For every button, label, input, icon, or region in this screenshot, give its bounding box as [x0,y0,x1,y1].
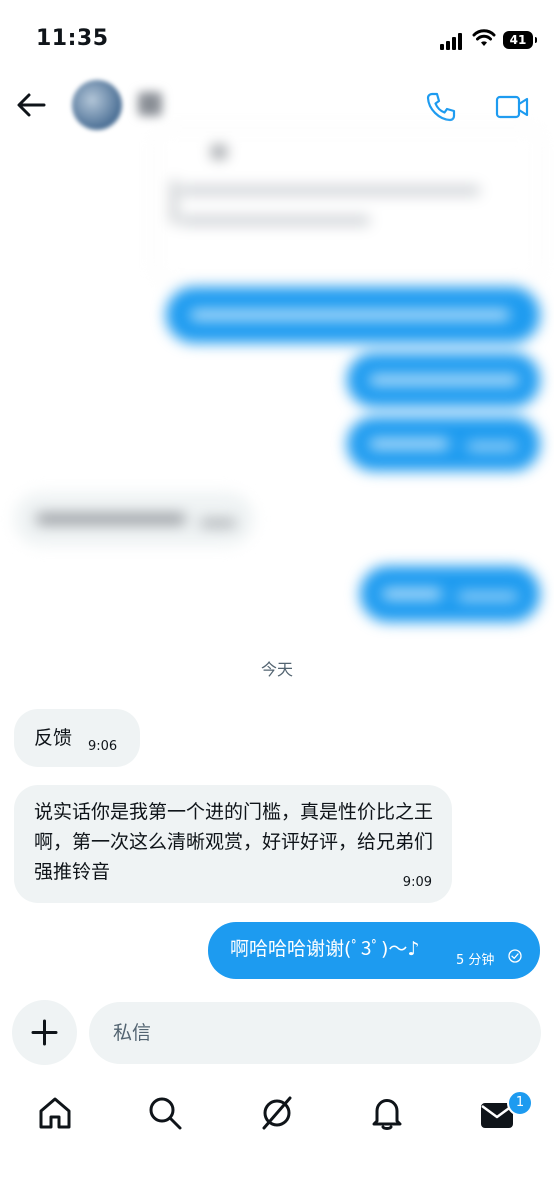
plus-icon [31,1019,58,1046]
message-text: 啊哈哈哈谢谢(ﾟ3ﾟ)～♪ [230,938,420,960]
incoming-message[interactable]: 反馈 9:06 [14,709,140,767]
notifications-bell-icon[interactable] [368,1094,406,1132]
message-time: 9:09 [402,875,432,890]
avatar[interactable] [72,80,122,130]
incoming-message[interactable]: 说实话你是我第一个进的门槛，真是性价比之王啊，第一次这么清晰观赏，好评好评，给兄… [14,785,452,903]
shared-post-card [156,130,540,280]
message-text: 反馈 [34,727,73,749]
message-time: 5 分钟 [456,953,495,968]
status-time: 11:35 [36,26,109,51]
message-time: 9:06 [88,739,118,754]
arrow-left-icon[interactable] [14,88,48,122]
cellular-signal-icon [440,32,466,50]
conversation-name-blurred[interactable] [138,92,162,116]
search-icon[interactable] [146,1094,184,1132]
add-attachment-button[interactable] [12,1000,77,1065]
date-separator: 今天 [260,660,293,679]
outgoing-message[interactable]: 啊哈哈哈谢谢(ﾟ3ﾟ)～♪ 5 分钟 [208,922,540,979]
video-camera-icon[interactable] [494,90,530,124]
messages-unread-badge: 1 [507,1090,533,1116]
message-input[interactable] [89,1002,541,1064]
grok-icon[interactable] [258,1094,296,1132]
message-text: 说实话你是我第一个进的门槛，真是性价比之王啊，第一次这么清晰观赏，好评好评，给兄… [34,801,434,883]
home-icon[interactable] [36,1094,74,1132]
wifi-icon [472,29,496,46]
sent-check-icon [508,949,522,963]
battery-indicator: 41 [503,31,537,49]
phone-icon[interactable] [424,90,458,124]
